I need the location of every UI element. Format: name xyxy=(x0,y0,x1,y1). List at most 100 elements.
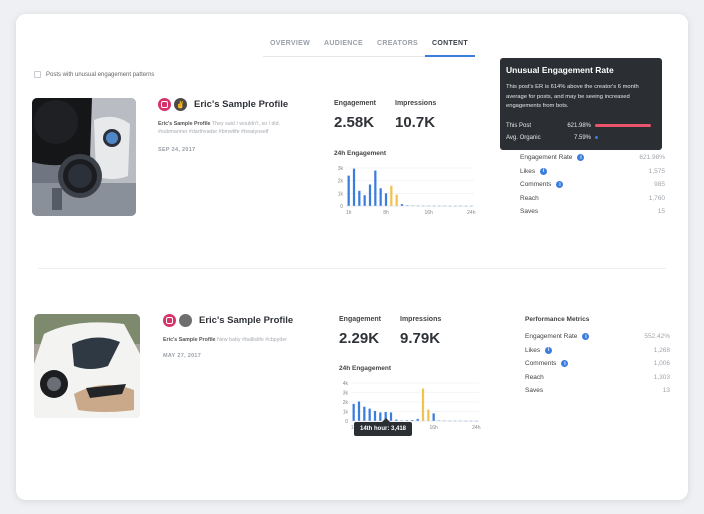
chart-bar[interactable] xyxy=(374,170,377,206)
chart-title: 24h Engagement xyxy=(334,150,387,157)
tooltip-avg-value: 7.59% xyxy=(573,134,591,141)
instagram-icon xyxy=(163,314,176,327)
post-2-profile[interactable]: Eric's Sample Profile xyxy=(163,314,293,327)
hour-tooltip: 14th hour: 3,418 xyxy=(354,418,413,436)
chart-bar[interactable] xyxy=(368,184,372,206)
engagement-value: 2.58K xyxy=(334,114,375,131)
chart-bar[interactable] xyxy=(352,168,356,206)
profile-name: Eric's Sample Profile xyxy=(194,99,289,110)
post-1-caption: Eric's Sample Profile They said I wouldn… xyxy=(158,120,298,136)
y-tick-label: 0 xyxy=(345,419,348,425)
this-post-bar xyxy=(595,124,651,127)
metric-label: Saves xyxy=(520,208,539,216)
unusual-engagement-filter[interactable]: Posts with unusual engagement patterns xyxy=(34,71,154,78)
y-tick-label: 1k xyxy=(343,410,349,416)
chart-bar[interactable] xyxy=(427,409,430,421)
metric-row: Engagement Rate i 552.42% xyxy=(525,330,670,344)
profile-name: Eric's Sample Profile xyxy=(199,315,294,326)
chart-bar[interactable] xyxy=(384,193,388,206)
avg-organic-bar xyxy=(595,136,599,139)
x-tick-label: 24h xyxy=(467,210,476,216)
post-divider xyxy=(38,268,666,269)
metric-row: Comments i 985 xyxy=(520,178,665,192)
post-2-image[interactable] xyxy=(34,314,140,418)
tooltip-row-avg: Avg. Organic 7.59% xyxy=(506,132,656,144)
post-2-metrics: Performance Metrics Engagement Rate i 552… xyxy=(525,316,670,398)
tooltip-row-this-post: This Post 621.98% xyxy=(506,120,656,132)
metric-value: 621.98% xyxy=(639,154,665,162)
info-icon[interactable]: i xyxy=(582,333,590,341)
metric-value: 1,303 xyxy=(653,373,670,381)
chart-bar[interactable] xyxy=(352,403,355,421)
tooltip-this-post-value: 621.98% xyxy=(567,122,591,129)
info-icon[interactable]: i xyxy=(545,346,553,354)
tab-content[interactable]: CONTENT xyxy=(425,40,475,57)
chart-bar[interactable] xyxy=(395,194,398,206)
info-icon[interactable]: i xyxy=(577,154,585,162)
metric-value: 13 xyxy=(662,387,670,395)
metric-label: Likes xyxy=(520,167,536,175)
metric-label: Saves xyxy=(525,387,544,395)
metric-row: Reach 1,760 xyxy=(520,192,665,206)
chart-bar[interactable] xyxy=(358,190,361,206)
metric-value: 15 xyxy=(657,208,665,216)
watch-photo xyxy=(32,98,136,216)
metric-label: Comments xyxy=(520,181,552,189)
metric-label: Engagement Rate xyxy=(520,154,573,162)
tab-creators[interactable]: CREATORS xyxy=(369,40,426,57)
post-1-profile[interactable]: ✌ Eric's Sample Profile xyxy=(158,98,288,111)
post-2-caption: Eric's Sample Profile New baby #ballisli… xyxy=(163,336,303,344)
y-tick-label: 3k xyxy=(338,166,344,172)
x-tick-label: 1h xyxy=(346,210,352,216)
post-1-image[interactable] xyxy=(32,98,136,216)
chart-title: 24h Engagement xyxy=(339,365,392,372)
metric-value: 985 xyxy=(654,181,665,189)
info-icon[interactable]: i xyxy=(561,360,569,368)
post-1-metrics: Engagement Rate i 621.98% Likes i 1,575 Co… xyxy=(520,151,665,219)
filter-label: Posts with unusual engagement patterns xyxy=(46,71,155,78)
x-tick-label: 24h xyxy=(472,425,481,431)
chart-bar[interactable] xyxy=(368,408,371,421)
filter-checkbox[interactable] xyxy=(34,71,41,78)
tab-overview[interactable]: OVERVIEW xyxy=(263,40,318,57)
metric-row: Comments i 1,006 xyxy=(525,357,670,371)
metric-row: Engagement Rate i 621.98% xyxy=(520,151,665,165)
unusual-engagement-tooltip: Unusual Engagement Rate This post's ER i… xyxy=(500,58,662,150)
x-tick-label: 8h xyxy=(383,210,389,216)
x-tick-label: 16h xyxy=(429,425,438,431)
tooltip-body: This post's ER is 614% above the creator… xyxy=(506,84,639,109)
info-icon[interactable]: i xyxy=(540,167,548,175)
avatar: ✌ xyxy=(174,98,187,111)
engagement-label: Engagement xyxy=(334,100,377,107)
impressions-value: 9.79K xyxy=(400,330,441,347)
chart-bar[interactable] xyxy=(432,413,435,421)
avatar xyxy=(179,314,192,327)
chart-bar[interactable] xyxy=(379,188,382,206)
car-photo xyxy=(34,314,140,418)
y-tick-label: 3k xyxy=(343,391,349,397)
metric-row: Saves 15 xyxy=(520,205,665,219)
chart-bar[interactable] xyxy=(357,401,361,421)
x-tick-label: 16h xyxy=(424,210,433,216)
chart-bar[interactable] xyxy=(421,388,425,421)
metric-label: Comments xyxy=(525,360,557,368)
info-icon[interactable]: i xyxy=(556,181,564,189)
metric-value: 1,006 xyxy=(653,360,670,368)
engagement-chart-1[interactable]: 0 1k 2k 3k 1h 8h 16h 24h xyxy=(332,164,478,216)
chart-bar[interactable] xyxy=(373,411,377,421)
chart-bar[interactable] xyxy=(389,412,393,421)
chart-bar[interactable] xyxy=(363,406,366,421)
instagram-icon xyxy=(158,98,171,111)
impressions-value: 10.7K xyxy=(395,114,436,131)
chart-bar[interactable] xyxy=(390,185,393,206)
metric-row: Likes i 1,575 xyxy=(520,165,665,179)
tooltip-title: Unusual Engagement Rate xyxy=(506,65,614,75)
post-2-date: MAY 27, 2017 xyxy=(163,353,202,359)
metric-label: Reach xyxy=(525,373,544,381)
chart-bar[interactable] xyxy=(347,175,350,206)
tab-audience[interactable]: AUDIENCE xyxy=(317,40,370,57)
chart-bar[interactable] xyxy=(363,195,366,206)
metric-row: Saves 13 xyxy=(525,384,670,398)
chart-bar[interactable] xyxy=(416,418,419,421)
metric-value: 1,760 xyxy=(648,194,665,202)
